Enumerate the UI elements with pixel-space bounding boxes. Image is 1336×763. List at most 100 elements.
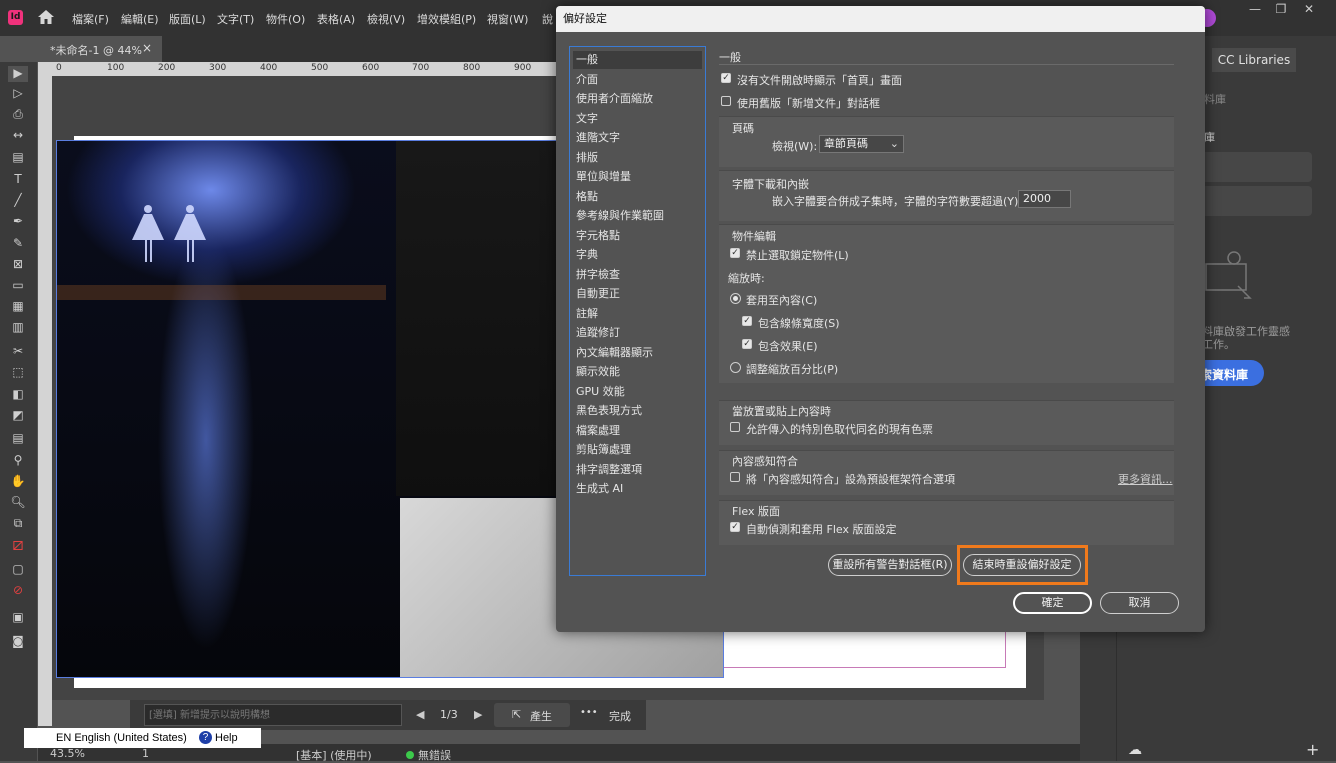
menu-type[interactable]: 文字(T) — [217, 11, 254, 27]
zoom-level[interactable]: 43.5% — [50, 747, 85, 760]
show-home-checkbox[interactable]: ✓ — [721, 73, 731, 83]
library-item[interactable] — [1200, 152, 1312, 182]
menu-file[interactable]: 檔案(F) — [72, 11, 109, 27]
view-select[interactable]: 章節頁碼 ⌄ — [819, 135, 904, 153]
menu-help[interactable]: 說 — [542, 11, 553, 27]
category-item[interactable]: 介面 — [573, 71, 702, 89]
category-item[interactable]: 參考線與作業範圍 — [573, 207, 702, 225]
zoom-tool-icon[interactable]: 🔍︎ — [8, 495, 28, 511]
hand-tool-icon[interactable]: ✋ — [8, 474, 28, 490]
line-tool-icon[interactable]: ╱ — [8, 193, 28, 209]
done-button[interactable]: 完成 — [609, 708, 631, 724]
prev-variation-icon[interactable]: ◀ — [416, 708, 424, 721]
content-aware-checkbox[interactable] — [730, 472, 740, 482]
category-item[interactable]: 進階文字 — [573, 129, 702, 147]
category-item[interactable]: 字典 — [573, 246, 702, 264]
menu-view[interactable]: 檢視(V) — [367, 11, 405, 27]
close-window-icon[interactable]: ✕ — [1298, 2, 1320, 16]
gradient-feather-tool-icon[interactable]: ◩ — [8, 408, 28, 424]
include-effects-checkbox[interactable]: ✓ — [742, 339, 752, 349]
page-tool-icon[interactable]: ⎙ — [8, 107, 28, 123]
cloud-icon[interactable]: ☁ — [1128, 742, 1142, 758]
scissors-tool-icon[interactable]: ✂ — [8, 344, 28, 360]
formatting-affects-icon[interactable]: ▢ — [8, 562, 28, 578]
ok-button[interactable]: 確定 — [1013, 592, 1092, 614]
generate-button[interactable]: ⇱ 產生 — [494, 703, 570, 727]
cancel-button[interactable]: 取消 — [1100, 592, 1179, 614]
direct-selection-tool-icon[interactable]: ▷ — [8, 86, 28, 102]
apply-to-content-radio[interactable] — [730, 293, 741, 304]
page-field[interactable]: 1 — [142, 747, 149, 760]
category-item[interactable]: 單位與增量 — [573, 168, 702, 186]
rectangle-frame-tool-icon[interactable]: ⊠ — [8, 257, 28, 273]
tab-document[interactable]: *未命名-1 @ 44% × — [38, 36, 162, 62]
gradient-tool-icon[interactable]: ◧ — [8, 387, 28, 403]
apply-none-icon[interactable]: ⊘ — [8, 583, 28, 599]
library-item[interactable] — [1200, 186, 1312, 216]
reset-warnings-button[interactable]: 重設所有警告對話框(R) — [828, 554, 952, 576]
default-fill-stroke-icon[interactable]: ⧉ — [8, 516, 28, 532]
table-tool-icon[interactable]: ▦ — [8, 299, 28, 315]
grid-tool-icon[interactable]: ▥ — [8, 320, 28, 336]
restore-icon[interactable]: ❐ — [1270, 2, 1292, 16]
category-item[interactable]: GPU 效能 — [573, 383, 702, 401]
category-item[interactable]: 拼字檢查 — [573, 266, 702, 284]
category-item[interactable]: 自動更正 — [573, 285, 702, 303]
category-item[interactable]: 格點 — [573, 188, 702, 206]
category-item[interactable]: 黑色表現方式 — [573, 402, 702, 420]
menu-table[interactable]: 表格(A) — [317, 11, 355, 27]
home-icon[interactable] — [37, 9, 55, 28]
tab-close-icon[interactable]: × — [142, 41, 152, 55]
include-stroke-checkbox[interactable]: ✓ — [742, 316, 752, 326]
prevent-locked-checkbox[interactable]: ✓ — [730, 248, 740, 258]
category-item[interactable]: 追蹤修訂 — [573, 324, 702, 342]
category-item[interactable]: 排版 — [573, 149, 702, 167]
rectangle-tool-icon[interactable]: ▭ — [8, 278, 28, 294]
content-collector-icon[interactable]: ▤ — [8, 150, 28, 166]
more-options-icon[interactable]: ••• — [580, 707, 598, 718]
tab-cc-libraries[interactable]: CC Libraries — [1212, 48, 1296, 72]
flex-auto-checkbox[interactable]: ✓ — [730, 522, 740, 532]
subset-threshold-input[interactable]: 2000 — [1018, 190, 1071, 208]
gap-tool-icon[interactable]: ↔ — [8, 128, 28, 144]
add-icon[interactable]: + — [1306, 740, 1319, 759]
category-item[interactable]: 註解 — [573, 305, 702, 323]
category-item[interactable]: 剪貼簿處理 — [573, 441, 702, 459]
category-item[interactable]: 內文編輯器顯示 — [573, 344, 702, 362]
category-item[interactable]: 顯示效能 — [573, 363, 702, 381]
category-item[interactable]: 排字調整選項 — [573, 461, 702, 479]
category-item[interactable]: 檔案處理 — [573, 422, 702, 440]
free-transform-tool-icon[interactable]: ⬚ — [8, 365, 28, 381]
menu-edit[interactable]: 編輯(E) — [121, 11, 159, 27]
next-variation-icon[interactable]: ▶ — [474, 708, 482, 721]
screen-mode-icon[interactable]: ◙ — [8, 634, 28, 650]
category-item[interactable]: 生成式 AI — [573, 480, 702, 498]
category-item[interactable]: 使用者介面縮放 — [573, 90, 702, 108]
prompt-input[interactable]: [選填] 新增提示以說明構想 — [144, 704, 402, 726]
pen-tool-icon[interactable]: ✒ — [8, 214, 28, 230]
legacy-new-doc-checkbox[interactable] — [721, 96, 731, 106]
menu-plugins[interactable]: 增效模組(P) — [417, 11, 476, 27]
chevron-down-icon: ⌄ — [889, 137, 899, 150]
menu-window[interactable]: 視窗(W) — [487, 11, 528, 27]
category-item[interactable]: 一般 — [573, 51, 702, 69]
note-tool-icon[interactable]: ▤ — [8, 431, 28, 447]
pencil-tool-icon[interactable]: ✎ — [8, 236, 28, 252]
category-item[interactable]: 字元格點 — [573, 227, 702, 245]
more-info-link[interactable]: 更多資訊... — [1118, 471, 1173, 487]
view-mode-icon[interactable]: ▣ — [8, 610, 28, 626]
minimize-icon[interactable]: — — [1244, 2, 1266, 16]
category-item[interactable]: 文字 — [573, 110, 702, 128]
language-indicator[interactable]: EN English (United States) — [56, 732, 187, 744]
selection-tool-icon[interactable]: ▶ — [8, 66, 28, 82]
fill-stroke-icon[interactable]: ⧄ — [8, 534, 28, 555]
menu-layout[interactable]: 版面(L) — [169, 11, 206, 27]
type-tool-icon[interactable]: T — [8, 172, 28, 188]
help-link[interactable]: Help — [215, 732, 238, 744]
highlight-box — [957, 545, 1088, 585]
adjust-percentage-radio[interactable] — [730, 362, 741, 373]
menu-object[interactable]: 物件(O) — [266, 11, 305, 27]
eyedropper-tool-icon[interactable]: ⚲ — [8, 453, 28, 469]
include-effects-label: 包含效果(E) — [758, 340, 818, 353]
allow-spot-checkbox[interactable] — [730, 422, 740, 432]
